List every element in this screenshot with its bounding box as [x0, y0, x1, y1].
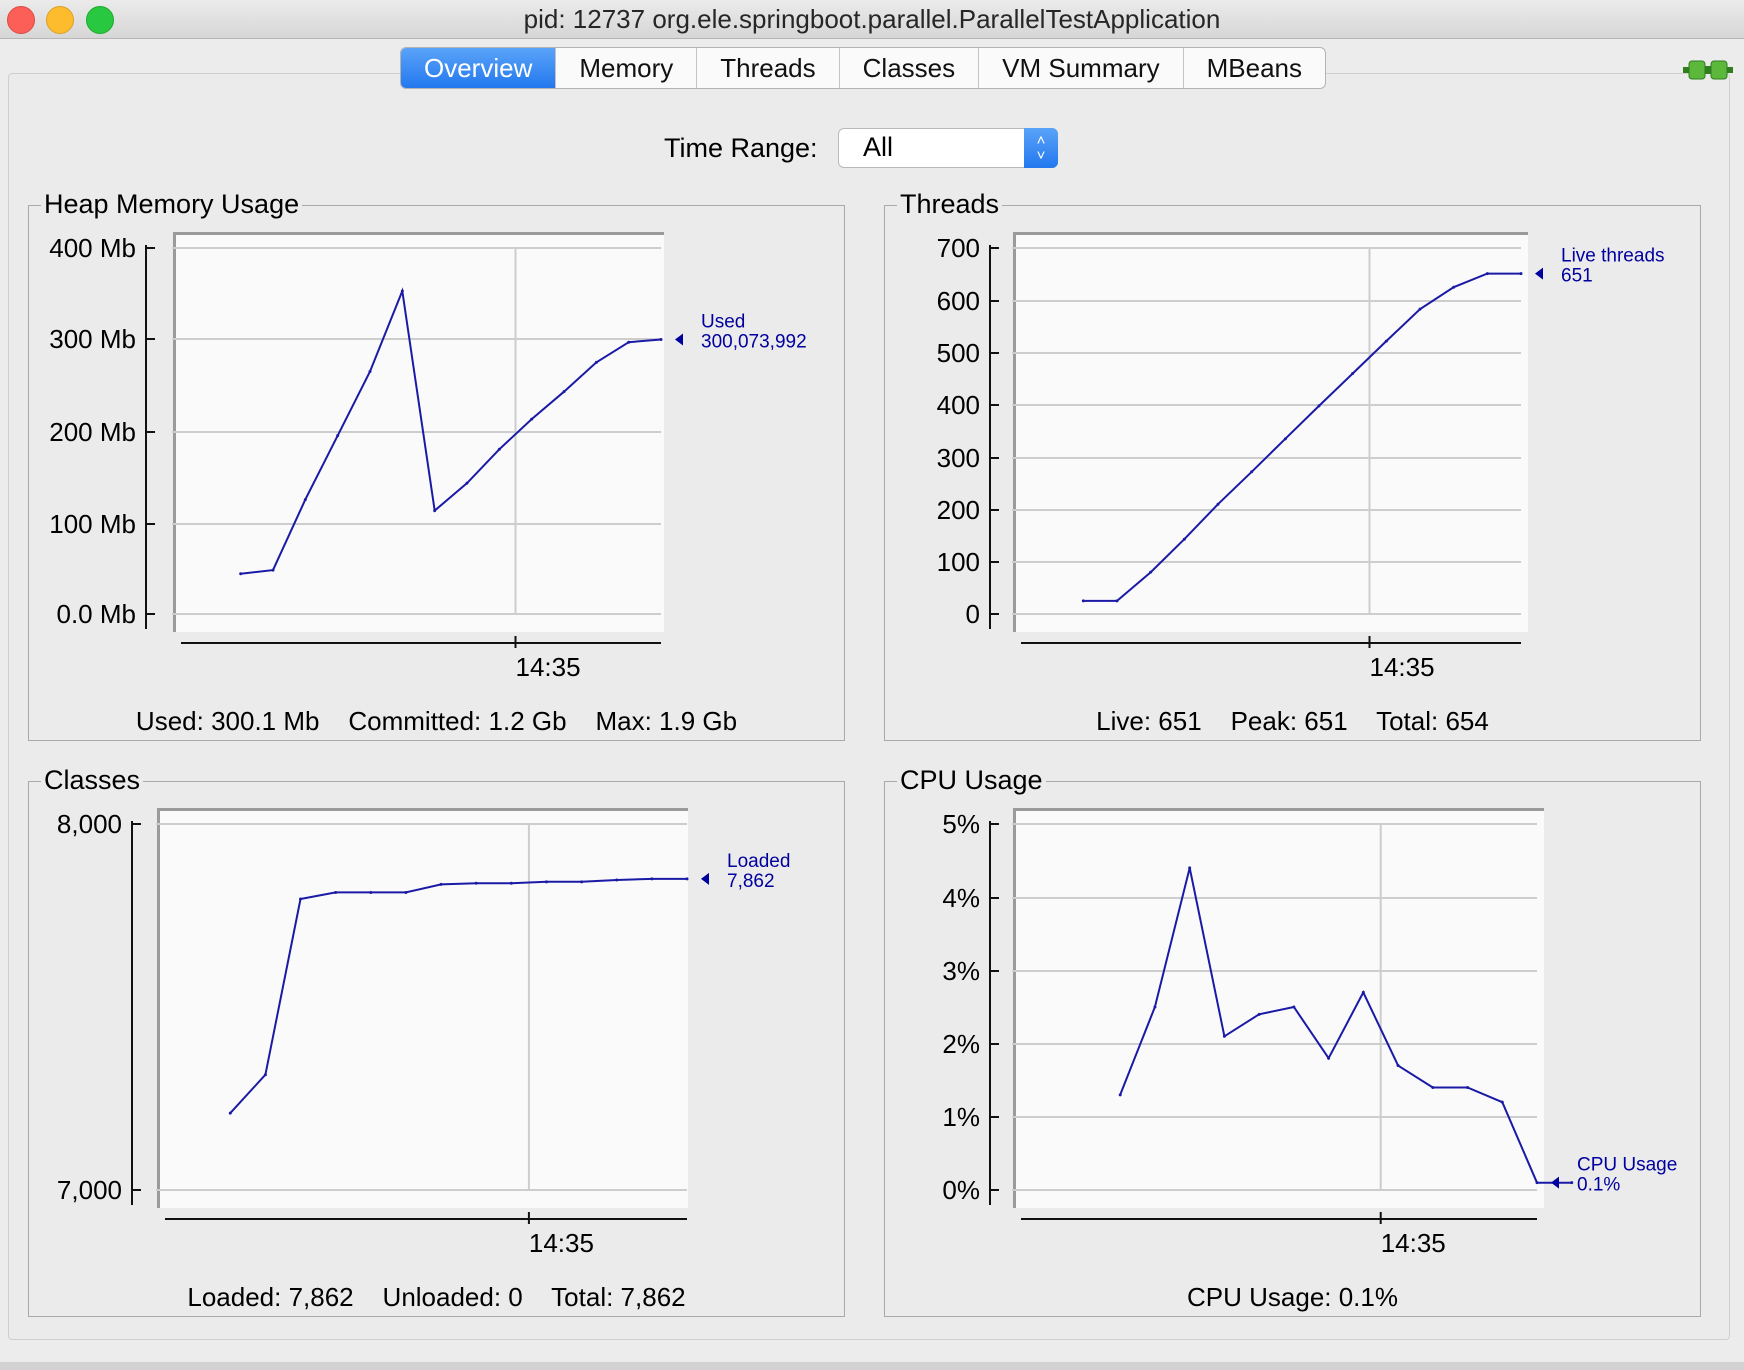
cpu-data-point	[1292, 1005, 1296, 1009]
cpu-data-point	[1431, 1086, 1435, 1090]
heap-y-tick-label: 300 Mb	[49, 324, 136, 354]
threads-data-point	[1351, 371, 1355, 375]
cpu-data-point	[1118, 1093, 1122, 1097]
classes-data-point	[439, 882, 443, 886]
classes-series-line	[229, 877, 687, 1114]
heap-x-tick-label: 14:35	[516, 652, 581, 682]
heap-series-value-label: 300,073,992	[701, 332, 807, 353]
cpu-data-point	[1396, 1064, 1400, 1068]
cpu-y-tick-label: 2%	[942, 1029, 980, 1059]
classes-series-value-label: 7,862	[727, 871, 775, 892]
heap-data-point	[594, 360, 598, 364]
cpu-data-point	[1570, 1181, 1574, 1185]
threads-value-marker-icon	[1535, 267, 1543, 280]
threads-data-point	[1452, 285, 1456, 289]
cpu-data-point	[1327, 1056, 1331, 1060]
threads-series-name-label: Live threads	[1561, 246, 1665, 267]
threads-data-point	[1250, 470, 1254, 474]
threads-data-point	[1115, 599, 1119, 603]
threads-y-tick-label: 400	[937, 390, 980, 420]
cpu-x-tick-label: 14:35	[1381, 1228, 1446, 1258]
window-bottom-edge	[0, 1362, 1744, 1370]
classes-data-point	[509, 881, 513, 885]
cpu-series-name-label: CPU Usage	[1577, 1155, 1677, 1176]
threads-data-point	[1283, 437, 1287, 441]
heap-data-point	[497, 447, 501, 451]
cpu-value-marker-icon	[1551, 1176, 1559, 1189]
cpu-data-point	[1188, 866, 1192, 870]
cpu-series-line	[1119, 867, 1572, 1184]
heap-data-point	[530, 417, 534, 421]
heap-data-point	[303, 498, 307, 502]
threads-y-tick-label: 300	[937, 443, 980, 473]
threads-data-point	[1485, 272, 1489, 276]
classes-x-tick-label: 14:35	[529, 1228, 594, 1258]
threads-series-value-label: 651	[1561, 266, 1593, 287]
heap-data-point	[271, 568, 275, 572]
heap-y-tick-label: 0.0 Mb	[57, 599, 137, 629]
threads-data-point	[1317, 404, 1321, 408]
heap-data-point	[368, 370, 372, 374]
threads-data-point	[1384, 339, 1388, 343]
cpu-data-point	[1361, 990, 1365, 994]
classes-data-point	[299, 897, 303, 901]
classes-y-tick-label: 7,000	[57, 1175, 122, 1205]
threads-y-tick-label: 600	[937, 286, 980, 316]
threads-y-tick-label: 700	[937, 233, 980, 263]
heap-data-point	[465, 481, 469, 485]
heap-data-point	[239, 572, 243, 576]
heap-series-name-label: Used	[701, 312, 745, 333]
threads-y-tick-label: 100	[937, 547, 980, 577]
threads-data-point	[1519, 272, 1523, 276]
heap-data-point	[562, 390, 566, 394]
cpu-series-value-label: 0.1%	[1577, 1175, 1620, 1196]
classes-data-point	[650, 877, 654, 881]
cpu-data-point	[1257, 1012, 1261, 1016]
classes-value-marker-icon	[701, 872, 709, 885]
cpu-data-point	[1466, 1086, 1470, 1090]
threads-x-tick-label: 14:35	[1370, 652, 1435, 682]
classes-data-point	[685, 877, 689, 881]
heap-data-point	[627, 340, 631, 344]
cpu-y-tick-label: 0%	[942, 1175, 980, 1205]
threads-data-point	[1081, 599, 1085, 603]
threads-data-point	[1182, 537, 1186, 541]
threads-y-tick-label: 0	[966, 599, 980, 629]
classes-y-tick-label: 8,000	[57, 809, 122, 839]
classes-data-point	[580, 880, 584, 884]
classes-data-point	[369, 890, 373, 894]
heap-data-point	[336, 434, 340, 438]
heap-value-marker-icon	[675, 333, 683, 346]
classes-data-point	[334, 890, 338, 894]
heap-y-tick-label: 200 Mb	[49, 417, 136, 447]
cpu-y-tick-label: 3%	[942, 956, 980, 986]
heap-data-point	[659, 338, 663, 341]
threads-series-line	[1083, 272, 1521, 602]
heap-data-point	[400, 289, 404, 293]
cpu-data-point	[1222, 1034, 1226, 1038]
threads-data-point	[1149, 570, 1153, 574]
classes-data-point	[544, 880, 548, 884]
cpu-y-tick-label: 1%	[942, 1102, 980, 1132]
classes-series-name-label: Loaded	[727, 851, 790, 872]
classes-data-point	[474, 881, 478, 885]
threads-data-point	[1216, 502, 1220, 506]
heap-y-tick-label: 400 Mb	[49, 233, 136, 263]
cpu-data-point	[1153, 1005, 1157, 1009]
classes-data-point	[228, 1111, 232, 1115]
classes-data-point	[263, 1073, 267, 1077]
heap-y-tick-label: 100 Mb	[49, 509, 136, 539]
threads-data-point	[1418, 307, 1422, 311]
threads-y-tick-label: 500	[937, 338, 980, 368]
threads-y-tick-label: 200	[937, 495, 980, 525]
cpu-data-point	[1535, 1181, 1539, 1185]
classes-data-point	[615, 878, 619, 882]
cpu-y-tick-label: 5%	[942, 809, 980, 839]
heap-data-point	[433, 509, 437, 513]
cpu-data-point	[1500, 1100, 1504, 1104]
charts-overlay: 400 Mb300 Mb200 Mb100 Mb0.0 Mb14:35Used3…	[49, 233, 1677, 1258]
cpu-y-tick-label: 4%	[942, 883, 980, 913]
classes-data-point	[404, 890, 408, 894]
